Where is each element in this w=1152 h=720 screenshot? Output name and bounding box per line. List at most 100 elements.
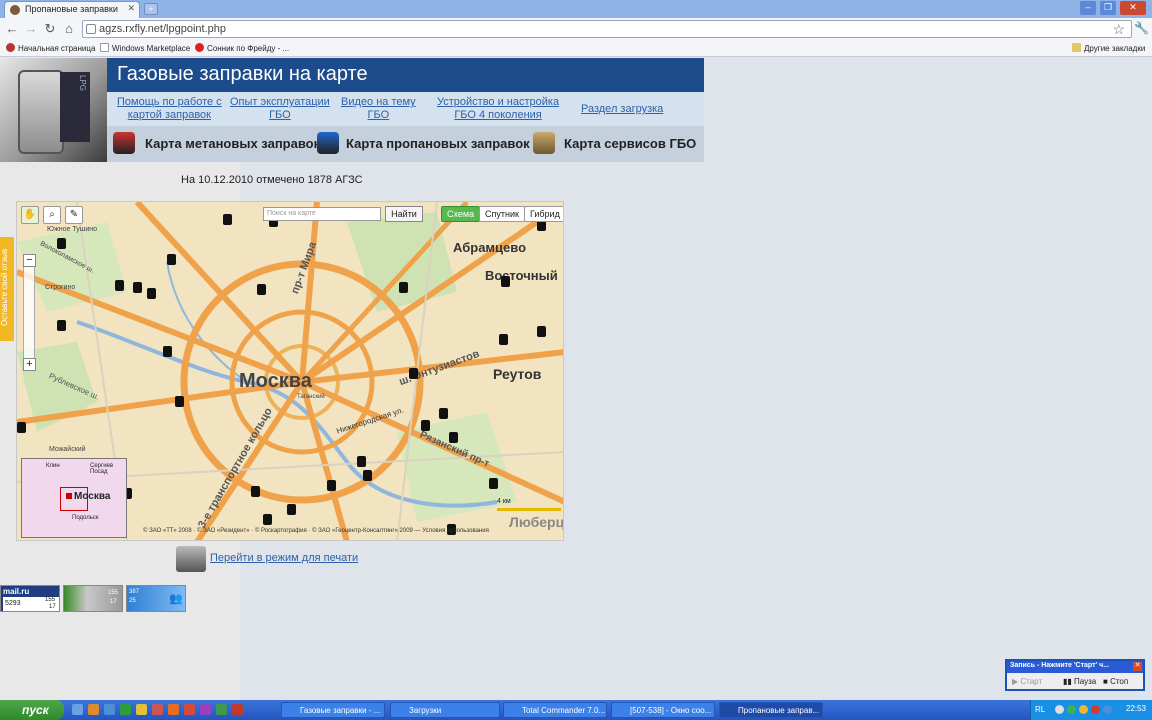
layer-satellite-button[interactable]: Спутник — [479, 206, 525, 222]
link-help[interactable]: Помощь по работе с картой заправок — [117, 96, 222, 122]
home-button[interactable]: ⌂ — [61, 21, 77, 37]
station-marker[interactable] — [57, 238, 66, 249]
zoom-out-button[interactable]: − — [23, 254, 36, 267]
quicklaunch-icon[interactable] — [88, 704, 99, 715]
station-marker[interactable] — [537, 326, 546, 337]
station-marker[interactable] — [175, 396, 184, 407]
feedback-tab[interactable]: Оставьте свой отзыв — [0, 237, 14, 341]
desktop-icon[interactable] — [72, 704, 83, 715]
link-setup[interactable]: Устройство и настройка ГБО 4 поколения — [437, 96, 559, 122]
station-marker[interactable] — [251, 486, 260, 497]
minimize-button[interactable]: – — [1080, 1, 1096, 15]
mini-map[interactable]: Клин Сергиев Посад Подольск Москва — [21, 458, 127, 538]
recorder-pause-button[interactable]: ▮▮ Пауза — [1063, 677, 1096, 686]
quicklaunch-icon[interactable] — [184, 704, 195, 715]
station-marker[interactable] — [17, 422, 26, 433]
station-marker[interactable] — [363, 470, 372, 481]
ruler-icon[interactable]: ✎ — [65, 206, 83, 224]
link-downloads[interactable]: Раздел загрузка — [581, 103, 663, 116]
map-search-input[interactable]: Поиск на карте — [263, 207, 381, 221]
layer-scheme-button[interactable]: Схема — [441, 206, 481, 222]
new-tab-button[interactable]: + — [144, 3, 158, 15]
back-button[interactable]: ← — [4, 21, 20, 37]
station-marker[interactable] — [263, 514, 272, 525]
maximize-button[interactable]: ❐ — [1100, 1, 1116, 15]
taskbar-item-active[interactable]: Пропановые заправ... — [719, 702, 823, 718]
language-indicator[interactable]: RL — [1035, 705, 1045, 714]
station-marker[interactable] — [57, 320, 66, 331]
taskbar-item[interactable]: Загрузки — [390, 702, 500, 718]
close-icon[interactable]: ✕ — [1133, 662, 1142, 671]
map-find-button[interactable]: Найти — [385, 206, 423, 222]
map-nav-propane[interactable]: Карта пропановых заправок — [346, 136, 530, 151]
zoom-in-button[interactable]: + — [23, 358, 36, 371]
station-marker[interactable] — [163, 346, 172, 357]
recorder-start-button[interactable]: ▶ Старт — [1012, 677, 1042, 686]
quicklaunch-icon[interactable] — [216, 704, 227, 715]
reload-button[interactable]: ↻ — [42, 21, 58, 37]
link-video[interactable]: Видео на тему ГБО — [341, 96, 416, 122]
quicklaunch-icon[interactable] — [104, 704, 115, 715]
bookmark-item[interactable]: Windows Marketplace — [100, 43, 190, 53]
tray-icon[interactable] — [1079, 705, 1088, 714]
station-marker[interactable] — [257, 284, 266, 295]
map-nav-methane[interactable]: Карта метановых заправок — [145, 136, 320, 151]
hand-tool-icon[interactable]: ✋ — [21, 206, 39, 224]
station-marker[interactable] — [167, 254, 176, 265]
station-marker[interactable] — [133, 282, 142, 293]
quicklaunch-icon[interactable] — [136, 704, 147, 715]
station-marker[interactable] — [421, 420, 430, 431]
station-marker[interactable] — [327, 480, 336, 491]
zoom-area-icon[interactable]: ⌕ — [43, 206, 61, 224]
taskbar-item[interactable]: Газовые заправки - ... — [281, 702, 385, 718]
window-close-button[interactable]: ✕ — [1120, 1, 1146, 15]
mail-counter[interactable]: mail.ru 5293 155 17 — [0, 585, 60, 612]
wrench-icon[interactable]: 🔧 — [1134, 21, 1149, 35]
printer-icon[interactable] — [176, 546, 206, 572]
station-marker[interactable] — [115, 280, 124, 291]
station-marker[interactable] — [499, 334, 508, 345]
tray-icon[interactable] — [1103, 705, 1112, 714]
recorder-stop-button[interactable]: ■ Стоп — [1103, 677, 1128, 686]
link-experience[interactable]: Опыт эксплуатации ГБО — [230, 96, 330, 122]
station-marker[interactable] — [501, 276, 510, 287]
other-bookmarks[interactable]: Другие закладки — [1072, 43, 1145, 53]
forward-button[interactable]: → — [23, 21, 39, 37]
station-marker[interactable] — [223, 214, 232, 225]
station-marker[interactable] — [449, 432, 458, 443]
address-bar[interactable]: agzs.rxfly.net/lpgpoint.php ☆ — [82, 20, 1132, 38]
close-icon[interactable]: ✕ — [127, 3, 135, 14]
browser-tab[interactable]: Пропановые заправки ✕ — [4, 1, 140, 18]
station-marker[interactable] — [489, 478, 498, 489]
taskbar-item[interactable]: [507-538] - Окно соо... — [611, 702, 715, 718]
quicklaunch-icon[interactable] — [200, 704, 211, 715]
tray-icon[interactable] — [1091, 705, 1100, 714]
start-button[interactable]: пуск — [0, 700, 64, 720]
firefox-icon[interactable] — [168, 704, 179, 715]
bookmark-item[interactable]: Сонник по Фрейду - ... — [195, 43, 289, 53]
station-marker[interactable] — [287, 504, 296, 515]
station-marker[interactable] — [399, 282, 408, 293]
bookmark-star-icon[interactable]: ☆ — [1112, 21, 1125, 38]
station-marker[interactable] — [147, 288, 156, 299]
layer-hybrid-button[interactable]: Гибрид — [524, 206, 563, 222]
print-mode-link[interactable]: Перейти в режим для печати — [210, 552, 358, 564]
quicklaunch-icon[interactable] — [120, 704, 131, 715]
liveinternet-counter[interactable]: 387 25 👥 — [126, 585, 186, 612]
station-marker[interactable] — [357, 456, 366, 467]
map-label: Таганский — [297, 394, 325, 400]
quicklaunch-icon[interactable] — [232, 704, 243, 715]
zoom-slider[interactable] — [23, 260, 35, 364]
mail-brand: mail.ru — [3, 587, 30, 596]
map-label: Реутов — [493, 366, 542, 382]
map-nav-service[interactable]: Карта сервисов ГБО — [564, 136, 696, 151]
taskbar-item[interactable]: Total Commander 7.0... — [503, 702, 607, 718]
tray-icon[interactable] — [1055, 705, 1064, 714]
stats-counter[interactable]: 155 17 — [63, 585, 123, 612]
map-view[interactable]: Москва Абрамцево Восточный Реутов Люберц… — [16, 201, 564, 541]
quicklaunch-icon[interactable] — [152, 704, 163, 715]
bookmark-item[interactable]: Начальная страница — [6, 43, 95, 53]
tray-icon[interactable] — [1067, 705, 1076, 714]
station-marker[interactable] — [439, 408, 448, 419]
station-marker[interactable] — [409, 368, 418, 379]
